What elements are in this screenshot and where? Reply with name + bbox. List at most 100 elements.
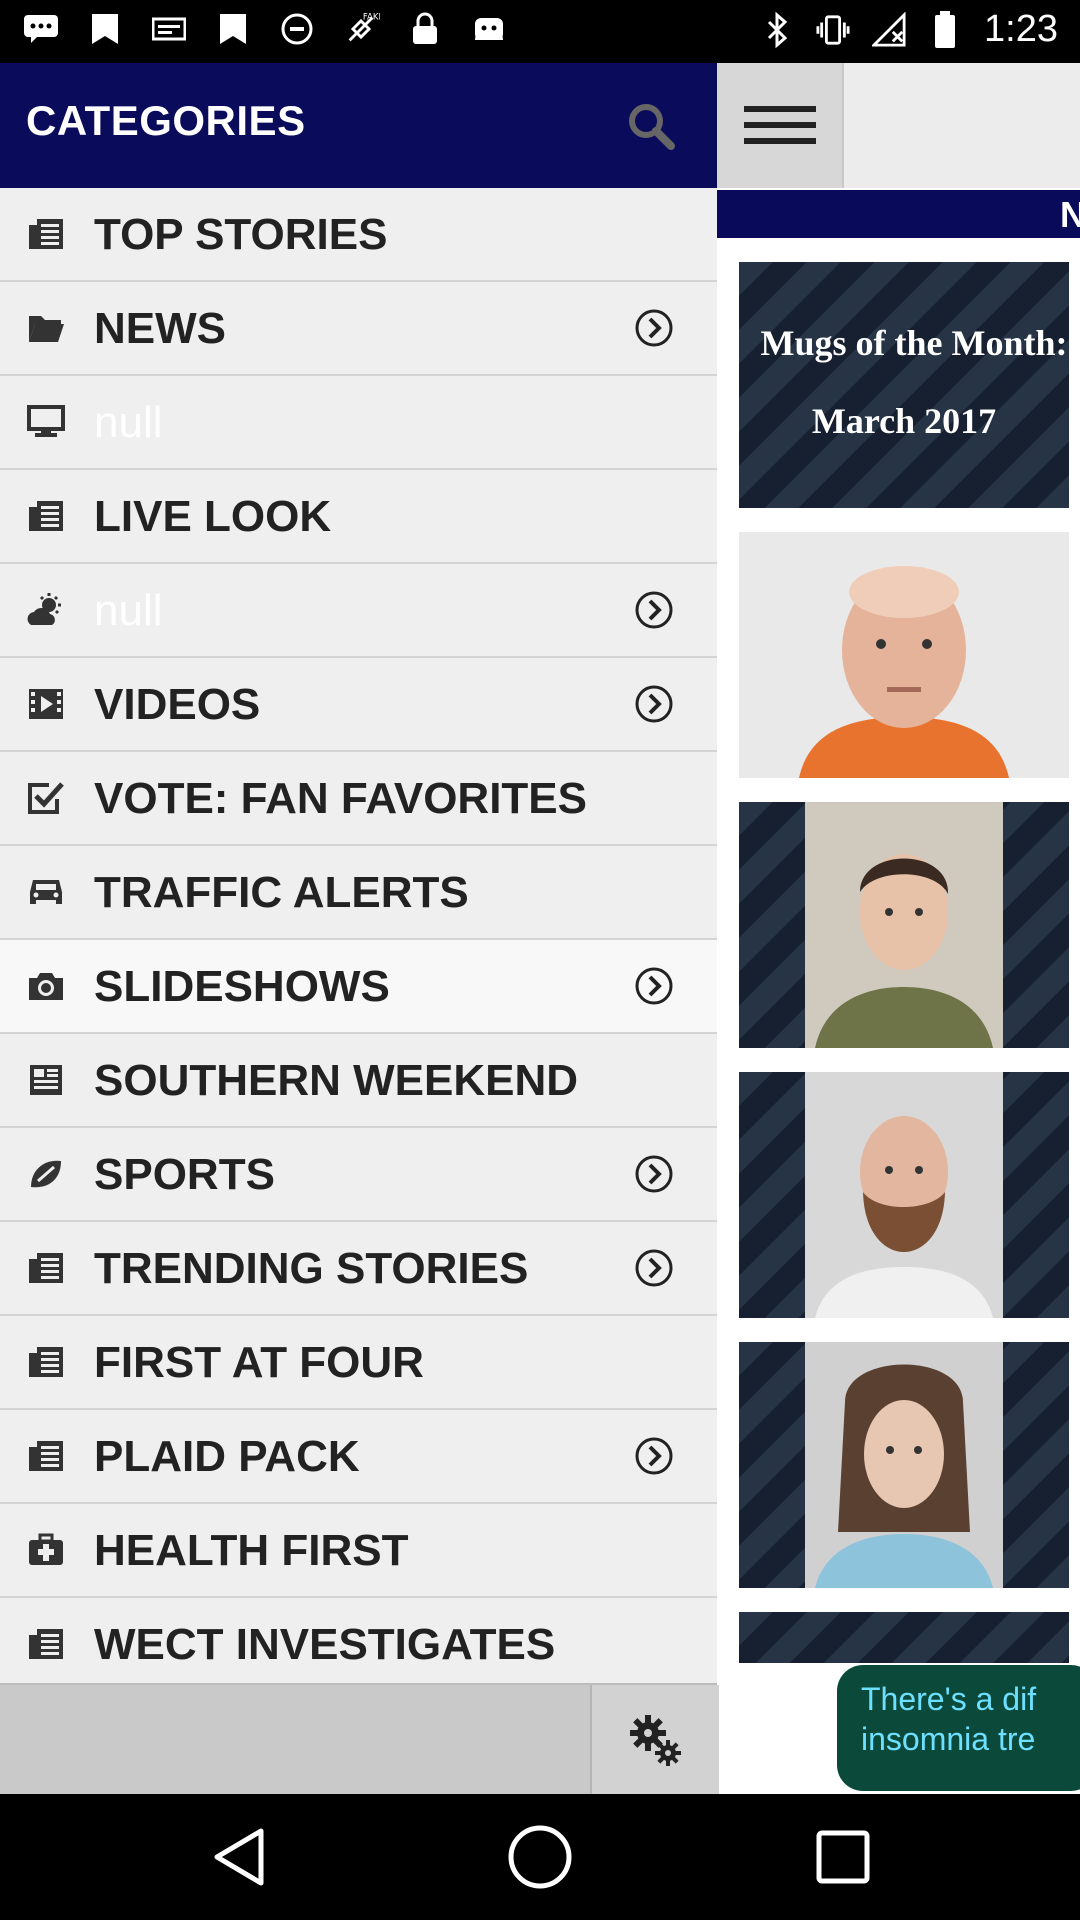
category-label: TRAFFIC ALERTS <box>94 868 469 917</box>
monitor-icon <box>26 402 66 442</box>
bluetooth-icon <box>760 10 794 50</box>
chevron-right-icon[interactable] <box>634 1248 674 1288</box>
category-label: PLAID PACK <box>94 1432 360 1481</box>
category-label: null <box>94 398 163 447</box>
mugshot-image <box>805 802 1003 1048</box>
menu-button[interactable] <box>717 63 844 188</box>
article-thumbnail[interactable] <box>739 1072 1069 1318</box>
mugshot-image <box>739 532 1069 778</box>
save-icon <box>86 10 124 48</box>
section-band-text: N <box>1060 194 1080 235</box>
feature-title-line2: March 2017 <box>811 401 997 441</box>
lock-icon <box>406 10 444 48</box>
chevron-right-icon[interactable] <box>634 590 674 630</box>
article-thumbnail[interactable] <box>739 1342 1069 1588</box>
chevron-right-icon[interactable] <box>634 308 674 348</box>
weather-icon <box>26 590 66 630</box>
battery-icon <box>928 10 962 50</box>
mugshot-image <box>805 1342 1003 1588</box>
category-label: null <box>94 586 163 635</box>
newspaper-icon <box>26 1060 66 1100</box>
article-icon <box>26 1342 66 1382</box>
camera-icon <box>26 966 66 1006</box>
back-button[interactable] <box>206 1824 272 1890</box>
navigation-drawer: CATEGORIES TOP STORIES NEWS null LIVE LOOK n… <box>0 63 719 1794</box>
category-item[interactable]: null <box>0 376 717 470</box>
article-thumbnail[interactable]: Mugs of the Month: March 2017 <box>739 262 1069 508</box>
system-nav-bar <box>0 1794 1080 1920</box>
category-item[interactable]: SPORTS <box>0 1128 717 1222</box>
category-item[interactable]: TRENDING STORIES <box>0 1222 717 1316</box>
chevron-right-icon[interactable] <box>634 1436 674 1476</box>
ad-line-1: There's a dif <box>861 1681 1037 1717</box>
category-item[interactable]: SOUTHERN WEEKEND <box>0 1034 717 1128</box>
medkit-icon <box>26 1530 66 1570</box>
svg-text:FAKE: FAKE <box>363 13 380 23</box>
drawer-header: CATEGORIES <box>0 63 717 188</box>
ad-line-2: insomnia tre <box>861 1721 1036 1757</box>
settings-button[interactable] <box>590 1685 719 1794</box>
category-item[interactable]: TRAFFIC ALERTS <box>0 846 717 940</box>
category-item[interactable]: FIRST AT FOUR <box>0 1316 717 1410</box>
category-item[interactable]: null <box>0 564 717 658</box>
category-label: VOTE: FAN FAVORITES <box>94 774 588 823</box>
article-thumbnail[interactable] <box>739 532 1069 778</box>
drawer-footer <box>0 1683 719 1794</box>
category-label: TOP STORIES <box>94 210 388 259</box>
category-item[interactable]: SLIDESHOWS <box>0 940 717 1034</box>
category-item[interactable]: WECT INVESTIGATES <box>0 1598 717 1692</box>
android-icon <box>470 10 508 48</box>
chevron-right-icon[interactable] <box>634 684 674 724</box>
section-band: N <box>717 190 1080 238</box>
notification-icons: FAKE <box>22 10 508 48</box>
home-icon <box>508 1825 572 1889</box>
no-signal-icon <box>872 10 906 50</box>
message-icon <box>22 10 60 48</box>
chevron-right-icon[interactable] <box>634 966 674 1006</box>
search-button[interactable] <box>626 101 676 151</box>
no-sim-icon <box>278 10 316 48</box>
folder-icon <box>26 308 66 348</box>
car-icon <box>26 872 66 912</box>
system-icons: 1:23 <box>760 8 1058 51</box>
film-icon <box>26 684 66 724</box>
category-item[interactable]: VOTE: FAN FAVORITES <box>0 752 717 846</box>
article-icon <box>26 1248 66 1288</box>
category-item[interactable]: HEALTH FIRST <box>0 1504 717 1598</box>
category-item[interactable]: PLAID PACK <box>0 1410 717 1504</box>
app-toolbar <box>717 63 1080 188</box>
signal-icon <box>150 10 188 48</box>
article-list-panel: N Mugs of the Month: March 2017 <box>717 63 1080 1794</box>
home-button[interactable] <box>507 1824 573 1890</box>
status-bar: FAKE 1:23 <box>0 0 1080 63</box>
category-label: NEWS <box>94 304 226 353</box>
search-icon <box>629 104 675 150</box>
category-label: SLIDESHOWS <box>94 962 390 1011</box>
save-icon <box>214 10 252 48</box>
article-thumbnail[interactable] <box>739 1612 1069 1664</box>
category-label: SPORTS <box>94 1150 275 1199</box>
category-item[interactable]: LIVE LOOK <box>0 470 717 564</box>
category-item[interactable]: NEWS <box>0 282 717 376</box>
checkbox-icon <box>26 778 66 818</box>
fake-gps-icon: FAKE <box>342 10 380 48</box>
ad-banner[interactable]: There's a dif insomnia tre <box>717 1663 1080 1794</box>
article-icon <box>26 214 66 254</box>
category-item[interactable]: VIDEOS <box>0 658 717 752</box>
category-label: TRENDING STORIES <box>94 1244 529 1293</box>
drawer-title: CATEGORIES <box>26 97 306 144</box>
football-icon <box>26 1154 66 1194</box>
article-icon <box>26 496 66 536</box>
article-thumbnail[interactable] <box>739 802 1069 1048</box>
hamburger-icon <box>743 105 816 144</box>
category-label: VIDEOS <box>94 680 261 729</box>
mugshot-image <box>805 1072 1003 1318</box>
category-label: WECT INVESTIGATES <box>94 1620 556 1669</box>
category-label: LIVE LOOK <box>94 492 332 541</box>
category-item[interactable]: TOP STORIES <box>0 188 717 282</box>
chevron-right-icon[interactable] <box>634 1154 674 1194</box>
back-icon <box>214 1828 264 1886</box>
recents-icon <box>816 1830 870 1884</box>
recents-button[interactable] <box>810 1824 876 1890</box>
category-label: HEALTH FIRST <box>94 1526 409 1575</box>
